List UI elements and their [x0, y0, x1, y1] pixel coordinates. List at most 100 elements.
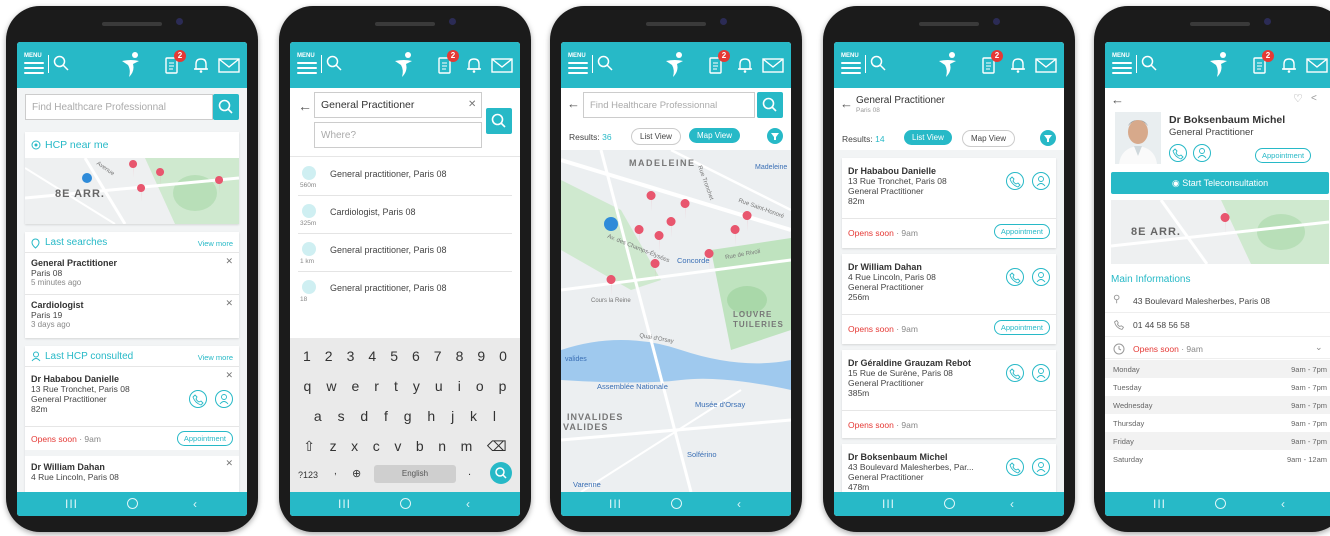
recent-apps-button[interactable]: III	[882, 496, 895, 512]
user-profile-icon[interactable]	[1193, 144, 1211, 162]
hcp-near-card[interactable]: HCP near me 8E ARR. Avenue	[25, 132, 239, 224]
search-icon[interactable]	[326, 55, 342, 71]
key[interactable]: z	[330, 438, 337, 455]
phone-icon[interactable]	[1006, 364, 1024, 382]
key[interactable]: 5	[390, 348, 398, 364]
teleconsultation-button[interactable]: ◉ Start Teleconsultation	[1111, 172, 1329, 194]
key[interactable]: g	[404, 408, 412, 424]
map-view-toggle[interactable]: Map View	[962, 130, 1015, 147]
key[interactable]: 7	[434, 348, 442, 364]
key[interactable]: w	[326, 378, 336, 394]
menu-icon[interactable]: MENU	[1112, 53, 1132, 75]
chevron-down-icon[interactable]: ⌄	[1315, 342, 1323, 353]
key[interactable]: c	[373, 438, 380, 455]
menu-icon[interactable]: MENU	[24, 53, 44, 75]
key[interactable]: o	[476, 378, 484, 394]
backspace-icon[interactable]: ⌫	[487, 438, 507, 455]
mail-icon[interactable]	[218, 58, 240, 73]
user-profile-icon[interactable]	[1032, 458, 1050, 476]
mini-map[interactable]: 8E ARR. Avenue	[25, 158, 239, 224]
list-view-toggle[interactable]: List View	[904, 130, 952, 145]
search-button[interactable]	[757, 92, 783, 118]
back-arrow-icon[interactable]: ←	[298, 98, 312, 114]
back-button[interactable]: ‹	[193, 496, 197, 512]
key[interactable]: v	[394, 438, 401, 455]
key[interactable]: f	[384, 408, 388, 424]
home-button[interactable]	[671, 498, 682, 509]
key[interactable]: m	[461, 438, 473, 455]
search-item[interactable]: Cardiologist Paris 19 3 days ago	[31, 300, 84, 329]
bell-icon[interactable]	[192, 56, 210, 74]
key[interactable]: r	[374, 378, 379, 394]
menu-icon[interactable]: MENU	[297, 53, 317, 75]
key[interactable]: k	[470, 408, 477, 424]
key[interactable]: h	[427, 408, 435, 424]
mini-map[interactable]: 8E ARR.	[1111, 200, 1329, 264]
shift-icon[interactable]: ⇧	[303, 438, 315, 455]
mail-icon[interactable]	[762, 58, 784, 73]
back-arrow-icon[interactable]: ←	[567, 96, 580, 111]
search-button[interactable]	[486, 108, 512, 134]
appointment-button[interactable]: Appointment	[1255, 148, 1312, 163]
view-more-link[interactable]: View more	[198, 353, 233, 362]
period-key[interactable]: .	[468, 466, 471, 478]
heart-icon[interactable]: ♡	[1293, 92, 1303, 105]
query-input[interactable]: General Practitioner	[314, 92, 482, 118]
suggestion-item[interactable]: 325m Cardiologist, Paris 08	[298, 198, 512, 234]
back-arrow-icon[interactable]: ←	[840, 96, 853, 111]
key[interactable]: x	[351, 438, 358, 455]
search-input[interactable]: Find Healthcare Professionnal	[25, 94, 213, 120]
key[interactable]: t	[394, 378, 398, 394]
menu-icon[interactable]: MENU	[568, 53, 588, 75]
bell-icon[interactable]	[1280, 56, 1298, 74]
hcp-card[interactable]: Dr Géraldine Grauzam Rebot 15 Rue de Sur…	[842, 350, 1056, 438]
search-button[interactable]	[213, 94, 239, 120]
appointment-button[interactable]: Appointment	[176, 431, 233, 446]
bell-icon[interactable]	[736, 56, 754, 74]
key[interactable]: s	[338, 408, 345, 424]
key[interactable]: n	[438, 438, 446, 455]
key[interactable]: 4	[368, 348, 376, 364]
hcp-card[interactable]: Dr William Dahan 4 Rue Lincoln, Paris 08…	[842, 254, 1056, 344]
user-profile-icon[interactable]	[1032, 268, 1050, 286]
mail-icon[interactable]	[491, 58, 513, 73]
search-icon[interactable]	[53, 55, 69, 71]
search-icon[interactable]	[597, 55, 613, 71]
map-view-toggle[interactable]: Map View	[689, 128, 740, 143]
share-icon[interactable]: <	[1311, 93, 1317, 104]
bell-icon[interactable]	[1009, 56, 1027, 74]
key[interactable]: 3	[347, 348, 355, 364]
back-button[interactable]: ‹	[1281, 496, 1285, 512]
hcp-card[interactable]: Dr Hababou Danielle 13 Rue Tronchet, Par…	[842, 158, 1056, 248]
key[interactable]: 2	[325, 348, 333, 364]
key[interactable]: i	[458, 378, 461, 394]
key[interactable]: j	[451, 408, 454, 424]
filter-icon[interactable]	[1040, 130, 1056, 146]
suggestion-item[interactable]: 560m General practitioner, Paris 08	[298, 160, 512, 196]
search-icon[interactable]	[1141, 55, 1157, 71]
back-arrow-icon[interactable]: ←	[1111, 92, 1124, 107]
home-button[interactable]	[944, 498, 955, 509]
phone-icon[interactable]	[1006, 172, 1024, 190]
appointment-button[interactable]: Appointment	[993, 320, 1050, 335]
keyboard-search-button[interactable]	[490, 462, 512, 484]
appointment-button[interactable]: Appointment	[993, 224, 1050, 239]
hcp-item[interactable]: Dr William Dahan 4 Rue Lincoln, Paris 08	[31, 462, 119, 482]
hcp-item[interactable]: Dr Hababou Danielle 13 Rue Tronchet, Par…	[31, 374, 130, 414]
hcp-card[interactable]: Dr Boksenbaum Michel 43 Boulevard Malesh…	[842, 444, 1056, 492]
menu-icon[interactable]: MENU	[841, 53, 861, 75]
key[interactable]: u	[435, 378, 443, 394]
comma-key[interactable]: ,	[334, 466, 337, 477]
map-view[interactable]: MADELEINE Madeleine Concorde LOUVRE TUIL…	[561, 150, 791, 492]
home-button[interactable]	[127, 498, 138, 509]
close-icon[interactable]: ✕	[225, 256, 233, 267]
key[interactable]: 6	[412, 348, 420, 364]
search-input[interactable]: Find Healthcare Professionnal	[583, 92, 755, 118]
key[interactable]: 9	[477, 348, 485, 364]
clear-icon[interactable]: ✕	[468, 99, 476, 110]
list-view-toggle[interactable]: List View	[631, 128, 681, 145]
suggestion-item[interactable]: 18 General practitioner, Paris 08	[298, 274, 512, 310]
globe-icon[interactable]: ⊕	[352, 467, 361, 480]
suggestion-item[interactable]: 1 km General practitioner, Paris 08	[298, 236, 512, 272]
recent-apps-button[interactable]: III	[609, 496, 622, 512]
